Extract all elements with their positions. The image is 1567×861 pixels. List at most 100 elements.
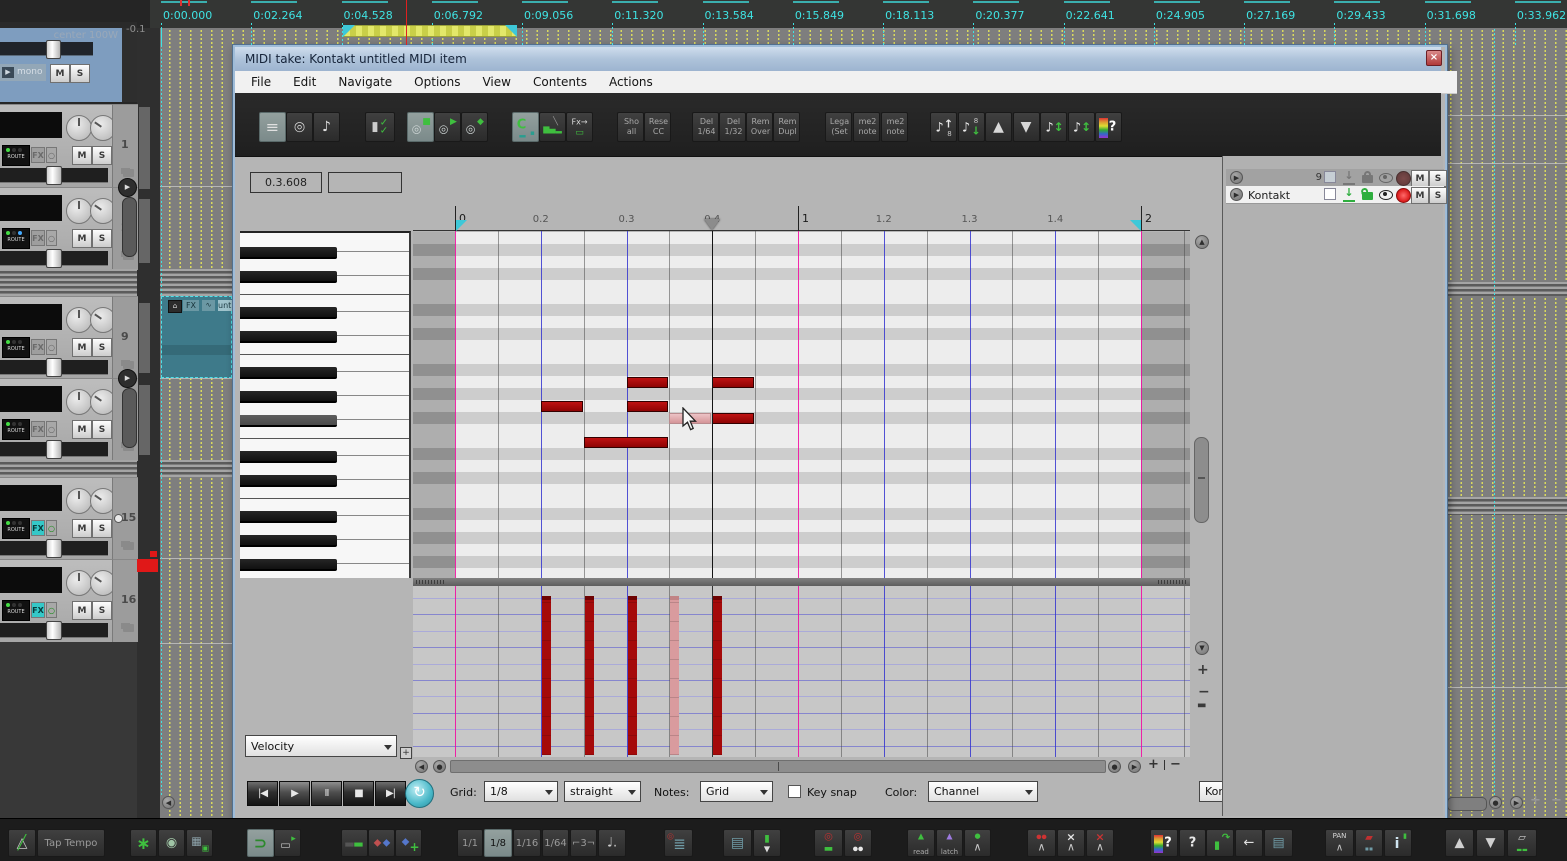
- pan-knob[interactable]: [66, 488, 92, 514]
- piano-key-black-G#1[interactable]: [240, 247, 337, 259]
- help-button[interactable]: ?: [1179, 829, 1206, 857]
- solo-button[interactable]: S: [92, 146, 112, 165]
- play-circle-icon[interactable]: ▶: [1230, 171, 1243, 184]
- loop-selection-band[interactable]: [343, 25, 517, 37]
- envelope-panel-button[interactable]: ◉: [158, 829, 185, 857]
- secondary-readout[interactable]: [328, 172, 402, 193]
- fx-power-button[interactable]: ○: [46, 339, 57, 355]
- route-button[interactable]: ROUTE: [2, 518, 30, 539]
- zoom-in-button[interactable]: +: [1530, 793, 1544, 809]
- scroll-up-button[interactable]: ▲: [1445, 829, 1474, 857]
- fx-power-button[interactable]: ○: [46, 602, 57, 618]
- sho-all-button[interactable]: Sho all: [617, 112, 644, 142]
- scroll-dot-button[interactable]: ●: [433, 760, 446, 773]
- screensets-button[interactable]: ▤: [1264, 829, 1293, 857]
- transpose-up-semitone-button[interactable]: ♪ ↕: [1040, 112, 1067, 142]
- master-mono-button[interactable]: ▶ mono: [0, 64, 46, 81]
- view-notation-button[interactable]: ♪: [313, 112, 340, 142]
- record-input-icon[interactable]: ↓: [1343, 187, 1355, 202]
- fx-button[interactable]: FX: [31, 520, 45, 536]
- select-prev-note-button[interactable]: ▲: [985, 112, 1012, 142]
- solo-button[interactable]: S: [1429, 187, 1447, 204]
- import-project-button[interactable]: ▮ ↷: [1206, 829, 1234, 857]
- volume-fader-handle[interactable]: [46, 440, 62, 459]
- remove-receives-button[interactable]: × ∧: [1086, 829, 1114, 857]
- metronome-button[interactable]: △ ╱: [8, 829, 36, 857]
- pan-envelope-button[interactable]: PAN ∧: [1325, 829, 1354, 857]
- volume-fader-handle[interactable]: [46, 539, 62, 558]
- lock-icon[interactable]: [1362, 175, 1373, 183]
- mute-button[interactable]: M: [1411, 170, 1429, 187]
- ripple-edit-button[interactable]: ⊃: [247, 829, 274, 857]
- rese-cc-button[interactable]: Rese CC: [644, 112, 671, 142]
- record-input-icon[interactable]: ↓: [1343, 170, 1355, 185]
- item-fx-badge[interactable]: FX: [183, 300, 199, 311]
- edit-cursor-handle[interactable]: [704, 219, 721, 230]
- del-1-32-button[interactable]: Del 1/32: [719, 112, 746, 142]
- pan-knob[interactable]: [66, 570, 92, 596]
- menu-contents[interactable]: Contents: [533, 75, 587, 89]
- select-next-note-button[interactable]: ▼: [1012, 112, 1040, 142]
- mute-button[interactable]: M: [72, 519, 92, 538]
- track-name-field[interactable]: [0, 386, 62, 412]
- record-modes-button[interactable]: ◎ ▬: [814, 829, 843, 857]
- velocity-bar[interactable]: [713, 596, 723, 755]
- zoom-out-button[interactable]: −: [1551, 793, 1565, 809]
- event-filter-button[interactable]: ▮ ✓ ✓: [365, 112, 395, 142]
- scroll-left-button[interactable]: ◀: [415, 760, 428, 773]
- routing-matrix-button[interactable]: ●● ∧: [1027, 829, 1056, 857]
- midi-editor-titlebar[interactable]: MIDI take: Kontakt untitled MIDI item: [235, 47, 1441, 71]
- note-colors-button[interactable]: ?: [1095, 112, 1122, 142]
- transpose-down-semitone-button[interactable]: ♪ ↕: [1067, 112, 1095, 142]
- hzoom-out-button[interactable]: −: [1170, 757, 1182, 773]
- velocity-bar[interactable]: [627, 596, 637, 755]
- color-mode-select[interactable]: Channel: [928, 781, 1038, 802]
- rem-over-button[interactable]: Rem Over: [746, 112, 773, 142]
- pan-knob[interactable]: [66, 307, 92, 333]
- lock-icon[interactable]: [1362, 192, 1373, 200]
- pan-knob[interactable]: [66, 115, 92, 141]
- velocity-lane[interactable]: [413, 586, 1190, 757]
- solo-button[interactable]: S: [92, 519, 112, 538]
- track-name-field[interactable]: [0, 485, 62, 511]
- record-arm-icon[interactable]: [1396, 171, 1411, 186]
- del-1-64-button[interactable]: Del 1/64: [692, 112, 719, 142]
- solo-button[interactable]: S: [92, 338, 112, 357]
- grid-settings-button[interactable]: ▦ ▣: [186, 829, 213, 857]
- midi-note[interactable]: [583, 436, 669, 448]
- loop-end-marker[interactable]: [505, 25, 517, 37]
- track-zoom-pill[interactable]: [122, 197, 137, 257]
- checkbox[interactable]: [1324, 171, 1336, 183]
- piano-key-black-F#0[interactable]: [240, 415, 337, 427]
- piano-key-black-C#1[interactable]: [240, 331, 337, 343]
- volume-fader-handle[interactable]: [46, 166, 62, 185]
- volume-fader-handle[interactable]: [46, 621, 62, 640]
- master-fader-handle[interactable]: [46, 40, 61, 59]
- cc-lane-toggle-button[interactable]: C ▂ ▪: [512, 112, 539, 142]
- grid-swing-select[interactable]: straight: [564, 781, 641, 802]
- velocity-bar[interactable]: [541, 596, 551, 755]
- piano-key-black-D#0[interactable]: [240, 451, 337, 463]
- track-folder-button[interactable]: ▱ ▬▬: [1507, 829, 1537, 857]
- track-panel-10[interactable]: ROUTE FX ○ M S: [0, 378, 116, 461]
- add-cc-lane-button[interactable]: +: [400, 747, 412, 759]
- track-panel-1[interactable]: ROUTE FX ○ M S: [0, 104, 116, 187]
- menu-options[interactable]: Options: [414, 75, 460, 89]
- mute-button[interactable]: M: [72, 338, 92, 357]
- volume-fader-handle[interactable]: [46, 249, 62, 268]
- back-button[interactable]: ←: [1235, 829, 1263, 857]
- track-zoom-pill[interactable]: [122, 388, 137, 448]
- transport-pause-button[interactable]: Ⅱ: [311, 781, 342, 806]
- scroll-right-button[interactable]: ▶: [1128, 760, 1141, 773]
- me2-note-button[interactable]: me2 note: [853, 112, 880, 142]
- view-piano-roll-button[interactable]: ≡: [259, 112, 286, 142]
- key-snap-checkbox[interactable]: [788, 785, 801, 798]
- checkbox[interactable]: [1324, 188, 1336, 200]
- volume-fader-handle[interactable]: [46, 358, 62, 377]
- vzoom-in-button[interactable]: +: [1197, 662, 1209, 678]
- me2-note-button[interactable]: me2 note: [881, 112, 908, 142]
- fx-button[interactable]: FX: [31, 147, 45, 163]
- scroll-down-button[interactable]: ▼: [1476, 829, 1505, 857]
- mute-button[interactable]: M: [72, 601, 92, 620]
- auto-item-add-button[interactable]: ◆ +: [395, 829, 422, 857]
